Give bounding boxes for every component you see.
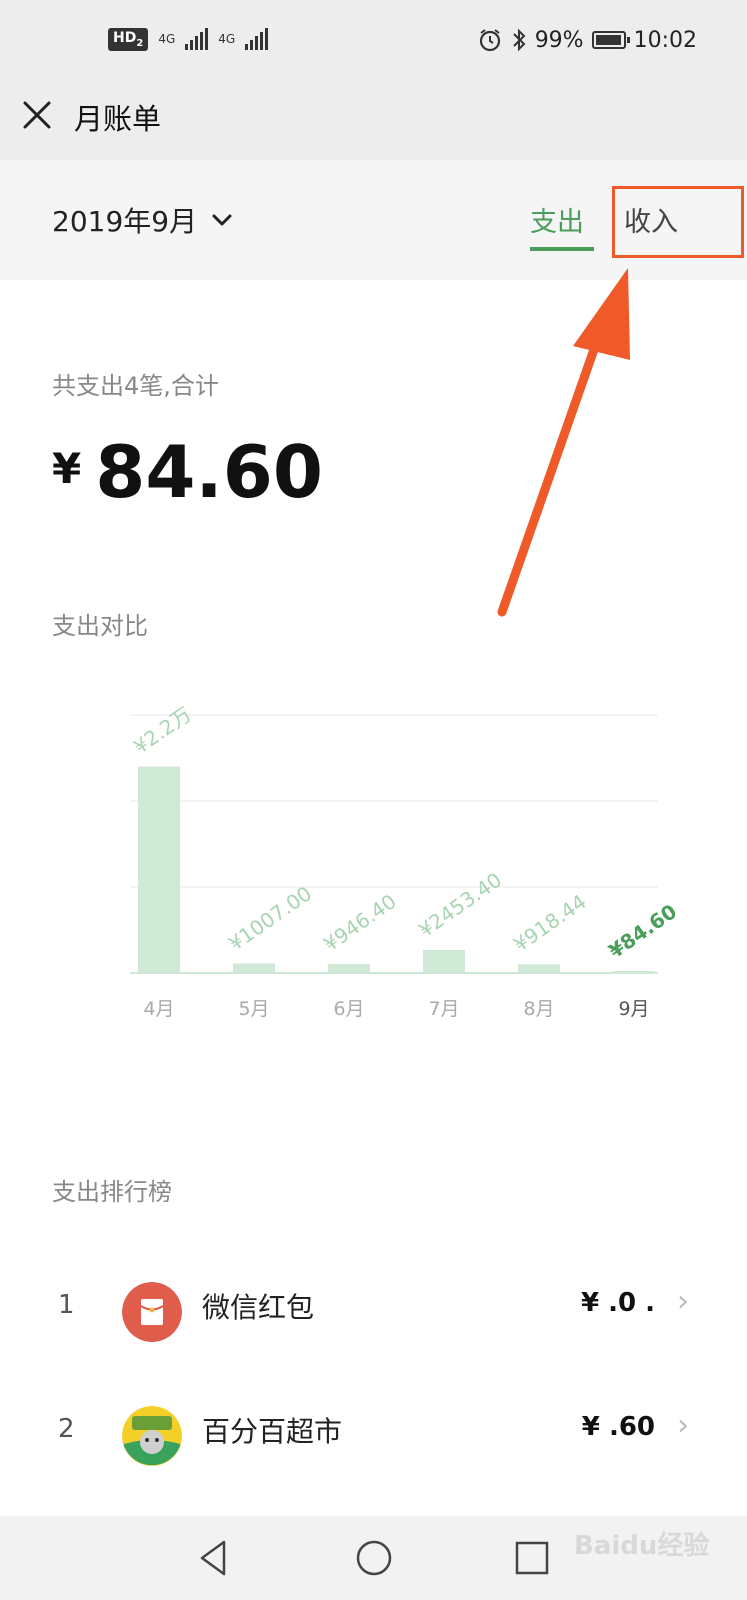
chart-tick-label: 4月: [143, 998, 174, 1020]
chart-bar: [423, 949, 465, 973]
watermark: Baidu经验: [574, 1531, 710, 1561]
recents-icon[interactable]: [510, 1536, 554, 1580]
hd-badge: HD2: [108, 28, 149, 51]
chart-data-label: ¥1007.00: [224, 881, 316, 955]
bluetooth-icon: [512, 28, 526, 52]
chevron-down-icon: [212, 214, 232, 226]
rank-number: 2: [58, 1414, 75, 1444]
list-item[interactable]: 2 百分百超市 ¥ .60 ›: [0, 1386, 747, 1486]
red-packet-icon: [122, 1282, 182, 1342]
chart-data-label: ¥84.60: [604, 899, 675, 963]
annotation-arrow: [497, 268, 630, 617]
signal-icon: [185, 28, 209, 51]
chart-bar: [518, 964, 560, 973]
item-amount: ¥ .60: [581, 1412, 655, 1442]
chart-data-label: ¥918.44: [509, 889, 591, 956]
network-type-1: 4G: [158, 32, 176, 47]
close-icon[interactable]: [20, 98, 54, 132]
home-icon[interactable]: [352, 1536, 396, 1580]
summary-caption: 共支出4笔,合计: [52, 372, 219, 400]
expense-comparison-chart: ¥2.2万 4月 ¥1007.00 5月 ¥946.40 6月 ¥2453.40 7月 ¥918…: [130, 702, 675, 1020]
ranking-title: 支出排行榜: [52, 1178, 172, 1206]
chart-tick-label: 9月: [618, 998, 649, 1020]
chart-data-label: ¥2.2万: [130, 702, 196, 759]
currency-symbol: ¥: [52, 444, 82, 493]
chart-bar: [138, 766, 180, 973]
chart-data-label: ¥2453.40: [414, 868, 506, 942]
total-amount: ¥ 84.60: [52, 430, 323, 514]
total-value: 84.60: [95, 430, 323, 514]
item-amount: ¥ .0 .: [580, 1288, 655, 1318]
month-selector[interactable]: 2019年9月: [52, 200, 233, 240]
chart-tick-label: 6月: [333, 998, 364, 1020]
month-label: 2019年9月: [52, 205, 198, 238]
list-item[interactable]: 1 微信红包 ¥ .0 . ›: [0, 1262, 747, 1362]
chart-tick-label: 5月: [238, 998, 269, 1020]
active-tab-indicator: [530, 247, 594, 251]
chart-tick-label: 7月: [428, 998, 459, 1020]
item-name: 微信红包: [202, 1291, 315, 1324]
network-type-2: 4G: [218, 32, 236, 47]
chart-tick-label: 8月: [523, 998, 554, 1020]
chart-data-label: ¥946.40: [319, 889, 401, 956]
alarm-icon: [479, 29, 500, 52]
signal-icon: [245, 28, 269, 51]
status-left: HD2 4G 4G: [108, 28, 269, 51]
item-name: 百分百超市: [202, 1415, 343, 1448]
chart-bar: [328, 964, 370, 973]
clock: 10:02: [633, 27, 697, 53]
rank-number: 1: [58, 1290, 75, 1320]
status-right: 99% 10:02: [477, 27, 697, 53]
back-icon[interactable]: [192, 1536, 236, 1580]
comparison-title: 支出对比: [52, 612, 148, 640]
battery-icon: [591, 31, 630, 49]
chart-bar: [613, 971, 655, 973]
page-title: 月账单: [74, 102, 162, 136]
annotation-highlight-box: [612, 186, 744, 258]
chevron-right-icon: ›: [677, 1284, 689, 1319]
store-logo-icon: [122, 1406, 182, 1466]
battery-percent: 99%: [534, 27, 584, 53]
chevron-right-icon: ›: [677, 1408, 689, 1443]
tab-expense[interactable]: 支出: [530, 200, 584, 239]
chart-bar: [233, 963, 275, 973]
